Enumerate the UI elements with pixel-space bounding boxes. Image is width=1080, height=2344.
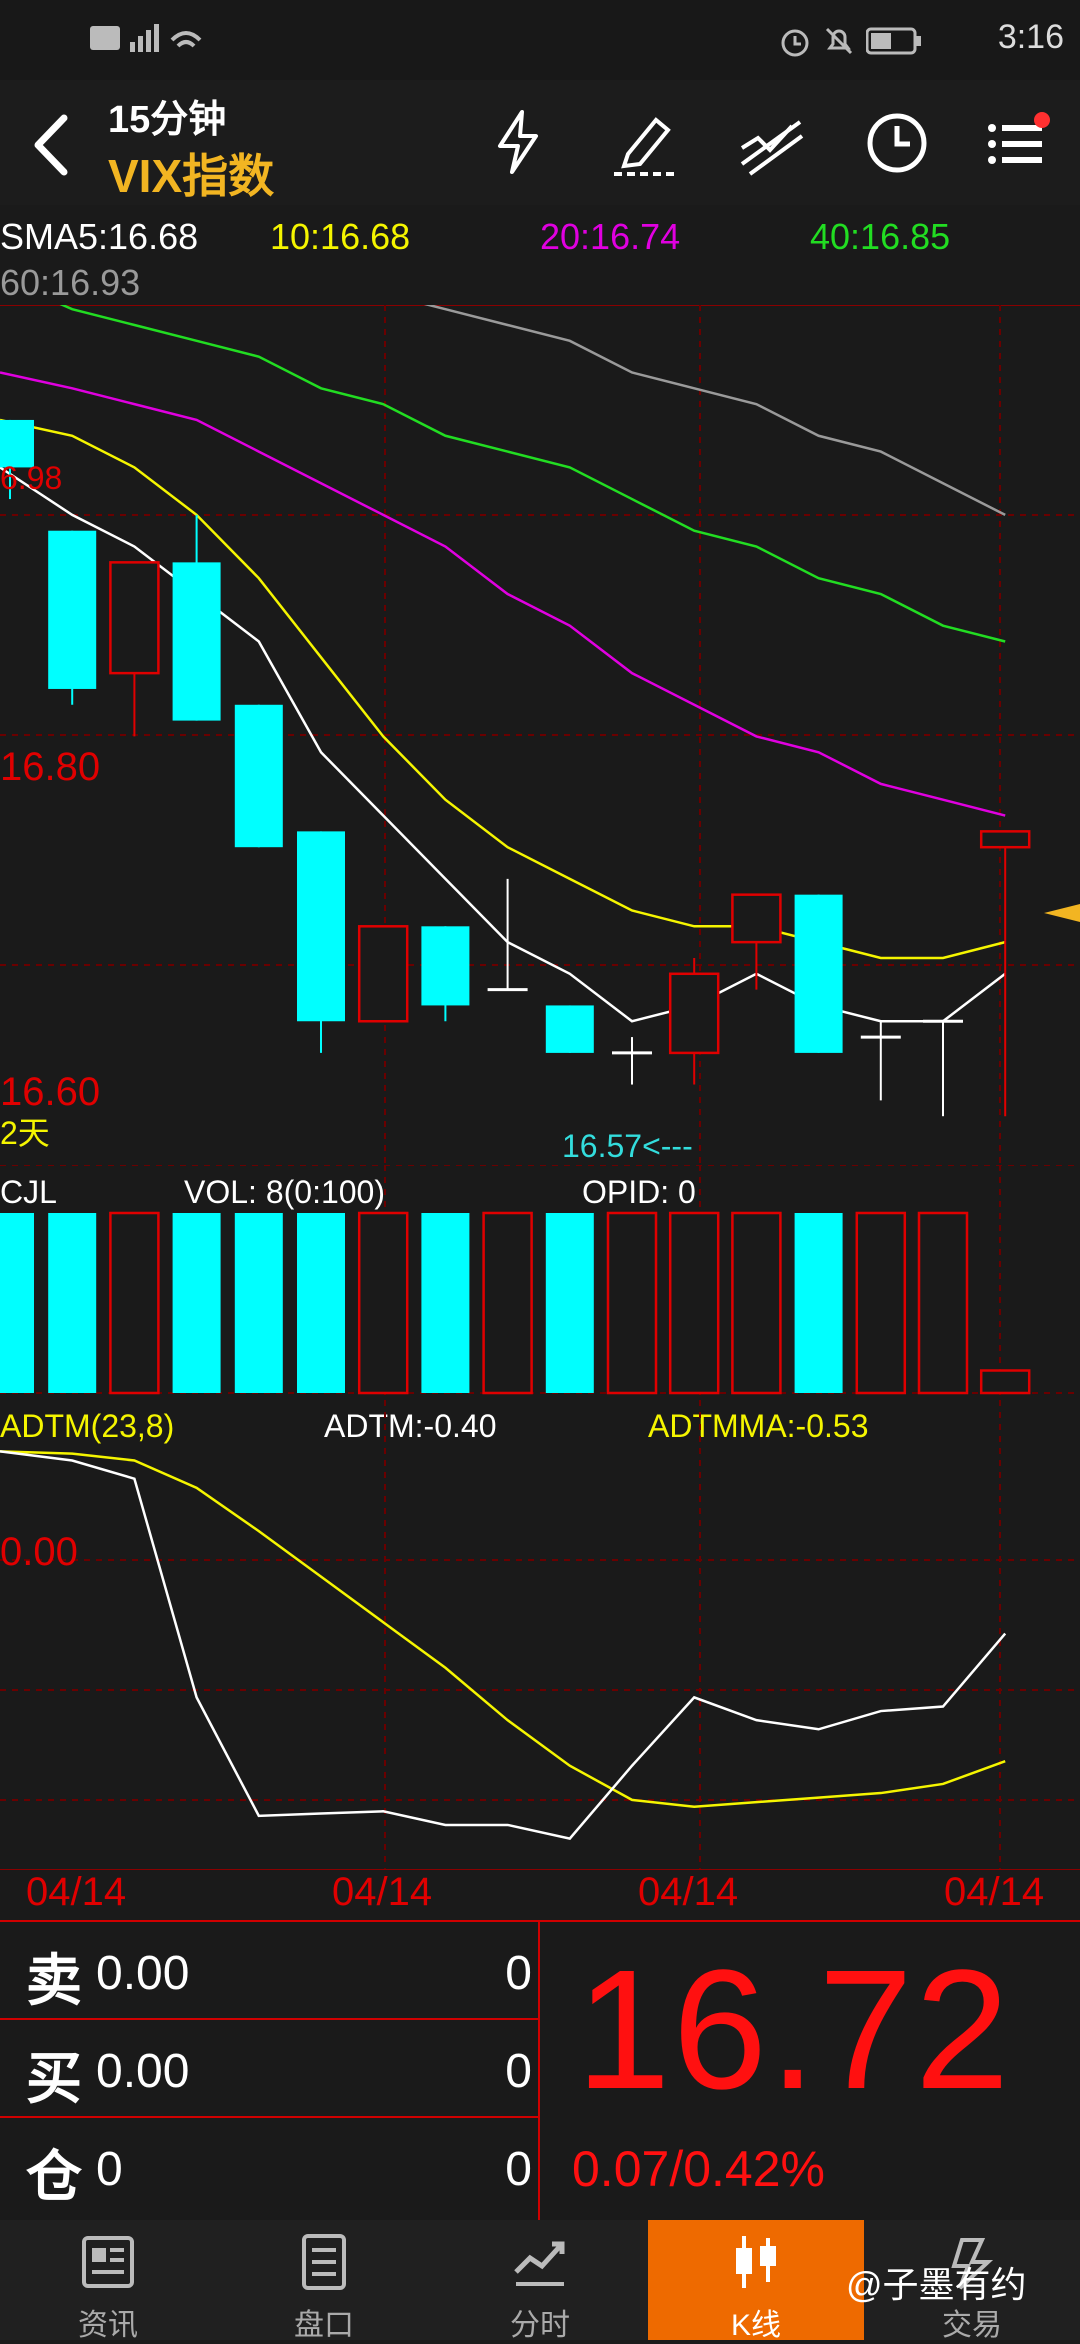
volume-bar (545, 1213, 594, 1393)
volume-bar (482, 1211, 533, 1395)
volume-bar (731, 1211, 782, 1395)
adtmma-line (0, 1450, 1006, 1808)
volume-bar (668, 1211, 720, 1395)
candle-body (731, 893, 782, 944)
volume-bar (794, 1213, 843, 1393)
buy-key: 买 (26, 2047, 82, 2110)
candle-body (357, 925, 409, 1023)
volume-chart[interactable] (0, 1165, 1080, 1395)
date-label-1: 04/14 (26, 1870, 127, 1914)
volume-bar (917, 1211, 969, 1395)
sell-qty: 0 (505, 1947, 532, 2000)
low-marker: 16.57<--- (562, 1128, 693, 1164)
legend-sma40: 40:16.85 (810, 216, 951, 257)
network-indicator (90, 20, 210, 60)
tab-bar: 资讯 盘口 分时 K线 交易 @子墨有约 (0, 2220, 1080, 2342)
volume-bar (172, 1213, 221, 1393)
legend-sma60: 60:16.93 (0, 262, 141, 303)
volume-bar (0, 1213, 34, 1393)
back-icon[interactable] (24, 110, 84, 180)
adtm-chart[interactable] (0, 1400, 1080, 1870)
status-time: 3:16 (997, 18, 1064, 56)
status-bar: 3:16 (0, 0, 1080, 80)
candle-body (545, 1005, 594, 1053)
header: 15分钟 VIX指数 (0, 80, 1080, 205)
adtm-line (0, 1450, 1007, 1840)
volume-bar (606, 1211, 658, 1395)
sma10-line (0, 418, 1006, 960)
candle-body (794, 894, 843, 1053)
volume-bar (109, 1211, 160, 1395)
price-pointer-icon (1044, 904, 1080, 927)
lightning-icon[interactable] (484, 108, 554, 178)
date-label-3: 04/14 (638, 1870, 739, 1914)
book-divider (538, 1922, 540, 2222)
sma60-line (423, 305, 1006, 517)
buy-price: 0.00 (96, 2045, 190, 2098)
sell-key: 卖 (26, 1949, 82, 2012)
buy-qty: 0 (505, 2045, 532, 2098)
trendline-icon[interactable] (736, 108, 806, 178)
volume-bar (297, 1213, 345, 1393)
volume-bar (421, 1213, 470, 1393)
candle-body (668, 972, 720, 1055)
sma5-line (0, 466, 1006, 1023)
buy-row[interactable]: 买 0.00 0 (0, 2020, 540, 2118)
sell-price: 0.00 (96, 1947, 190, 2000)
legend-sma20: 20:16.74 (540, 216, 681, 257)
legend-sma5: SMA5:16.68 (0, 216, 199, 257)
adtm-zero-label: 0.00 (0, 1530, 78, 1574)
last-price: 16.72 (576, 1935, 1012, 2125)
volume-bar (357, 1211, 409, 1395)
tab-news[interactable]: 资讯 (0, 2220, 216, 2342)
kline-icon (736, 2236, 776, 2288)
tab-orderbook[interactable]: 盘口 (216, 2220, 432, 2342)
candle-body (979, 830, 1031, 849)
order-book: 卖 0.00 0 买 0.00 0 仓 0 0 16.72 0.07/0.42% (0, 1920, 1080, 2222)
news-icon (82, 2236, 134, 2288)
tab-label: K线 (730, 2309, 781, 2342)
legend-sma10: 10:16.68 (270, 216, 411, 257)
mute-icon (822, 24, 856, 63)
candle-body (172, 562, 221, 721)
period-label[interactable]: 15分钟 (108, 88, 226, 143)
position-qty: 0 (505, 2143, 532, 2196)
symbol-name[interactable]: VIX指数 (108, 140, 274, 206)
axis-label-mid: 16.80 (0, 745, 101, 789)
axis-label-top: 6.98 (0, 460, 63, 496)
intraday-icon (514, 2241, 565, 2286)
date-label-4: 04/14 (944, 1870, 1045, 1914)
candlestick-chart[interactable] (0, 305, 1080, 1165)
tab-label: 资讯 (78, 2309, 138, 2342)
watermark: @子墨有约 (846, 2264, 1027, 2305)
orderbook-icon (302, 2234, 346, 2290)
candle-body (234, 704, 283, 848)
volume-bar (48, 1213, 97, 1393)
menu-icon[interactable] (984, 108, 1054, 178)
date-label-2: 04/14 (332, 1870, 433, 1914)
price-change: 0.07/0.42% (572, 2141, 825, 2197)
candle-body (109, 561, 160, 675)
clock-icon[interactable] (862, 108, 932, 178)
battery-icon (865, 26, 922, 61)
tab-intraday[interactable]: 分时 (432, 2220, 648, 2342)
position-key: 仓 (26, 2145, 82, 2208)
alarm-icon (778, 24, 812, 63)
tab-kline[interactable]: K线 (648, 2220, 864, 2342)
candle-body (48, 530, 97, 689)
position-value: 0 (96, 2143, 123, 2196)
period-label-2d: 2天 (0, 1115, 50, 1151)
candle-body (297, 831, 345, 1022)
draw-icon[interactable] (610, 108, 680, 178)
tab-label: 分时 (510, 2309, 570, 2342)
volume-bar (979, 1369, 1031, 1395)
tab-label: 盘口 (294, 2309, 354, 2342)
sell-row[interactable]: 卖 0.00 0 (0, 1922, 540, 2020)
volume-bar (855, 1211, 907, 1395)
position-row[interactable]: 仓 0 0 (0, 2118, 540, 2214)
candle-body (421, 926, 470, 1006)
volume-bar (234, 1213, 283, 1393)
